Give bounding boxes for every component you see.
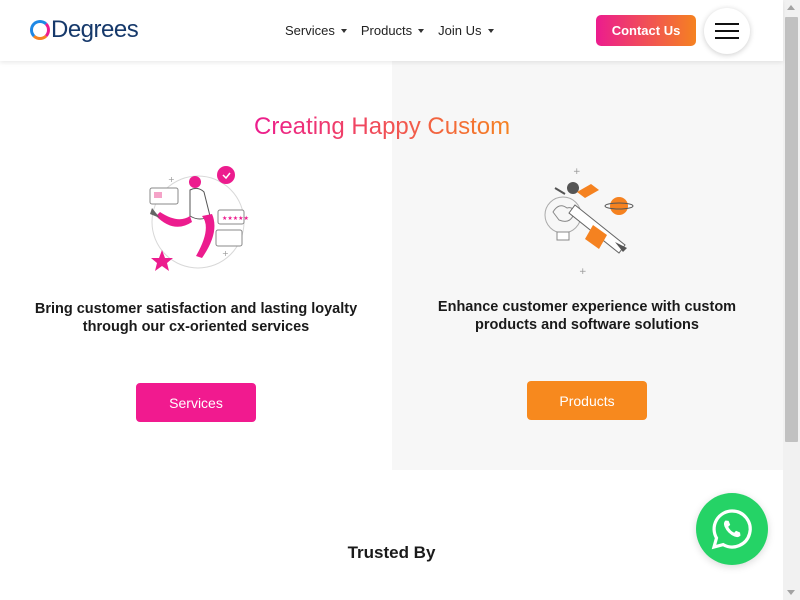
products-description: Enhance customer experience with custom … xyxy=(437,299,737,333)
trusted-by-heading: Trusted By xyxy=(347,543,436,562)
logo[interactable]: Degrees xyxy=(30,16,139,43)
rocket-idea-illustration: + + xyxy=(544,167,634,277)
svg-text:+: + xyxy=(579,267,587,277)
nav-join-us[interactable]: Join Us xyxy=(438,23,494,38)
hero-title: Creating Happy Custom xyxy=(254,113,530,141)
whatsapp-icon xyxy=(711,509,752,550)
svg-text:+: + xyxy=(573,167,581,177)
customer-happy-illustration: ★★★★★ + + xyxy=(149,166,249,271)
scroll-up-arrow-icon[interactable] xyxy=(787,5,795,10)
main-nav: Services Products Join Us xyxy=(285,23,494,38)
hero-title-text: Creating Happy Custom xyxy=(254,113,511,140)
hamburger-icon-bar xyxy=(715,23,739,25)
logo-text: Degrees xyxy=(51,16,139,43)
nav-services-label: Services xyxy=(285,23,335,38)
site-header: Degrees Services Products Join Us Contac… xyxy=(0,0,783,61)
services-button[interactable]: Services xyxy=(136,383,256,422)
contact-us-button[interactable]: Contact Us xyxy=(596,15,696,46)
logo-q-icon xyxy=(30,20,50,40)
nav-products[interactable]: Products xyxy=(360,23,425,38)
nav-join-us-label: Join Us xyxy=(438,23,482,38)
scroll-down-arrow-icon[interactable] xyxy=(787,590,795,595)
hamburger-icon-bar xyxy=(715,30,739,32)
nav-products-label: Products xyxy=(360,23,413,38)
hamburger-icon-bar xyxy=(715,37,739,39)
page-scrollbar[interactable] xyxy=(783,0,800,600)
services-description: Bring customer satisfaction and lasting … xyxy=(34,301,358,335)
whatsapp-button[interactable] xyxy=(696,493,768,565)
chevron-down-icon xyxy=(418,28,425,33)
page: Degrees Services Products Join Us Contac… xyxy=(0,0,800,600)
svg-text:+: + xyxy=(168,175,175,184)
svg-text:+: + xyxy=(222,249,229,258)
svg-text:★★★★★: ★★★★★ xyxy=(222,215,249,222)
products-button[interactable]: Products xyxy=(527,381,647,420)
chevron-down-icon xyxy=(487,28,494,33)
nav-services[interactable]: Services xyxy=(285,23,347,38)
hamburger-menu-button[interactable] xyxy=(704,8,750,54)
chevron-down-icon xyxy=(340,28,347,33)
scrollbar-thumb[interactable] xyxy=(785,17,798,442)
